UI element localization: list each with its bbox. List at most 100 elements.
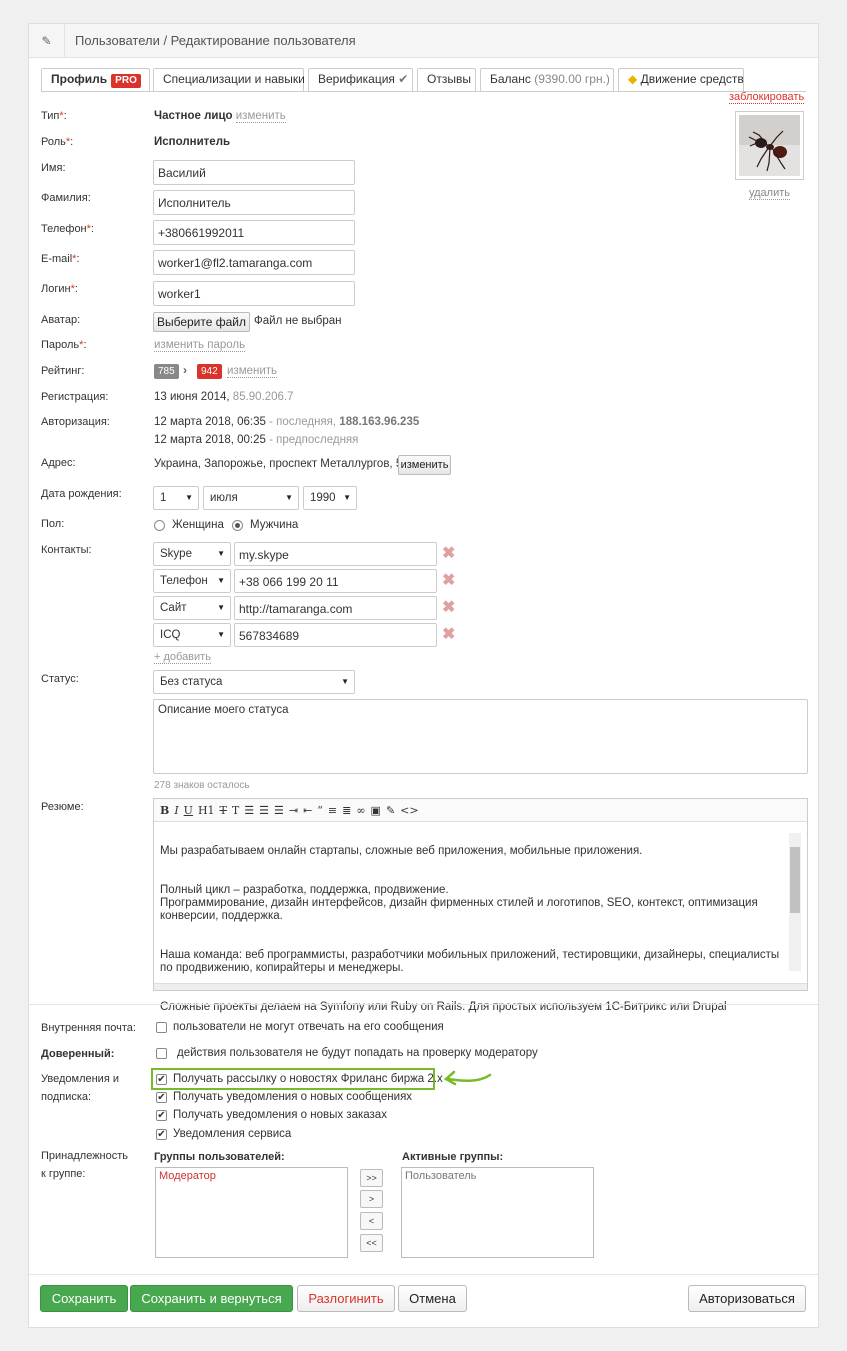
status-label-text: Статус (41, 673, 76, 685)
contact-value-input[interactable]: 567834689 (234, 623, 437, 647)
contact-type-select[interactable]: Телефон (153, 569, 231, 593)
align-right-icon[interactable]: ☰ (274, 804, 284, 817)
registration-label-text: Регистрация (41, 391, 106, 403)
user-groups-list[interactable]: Модератор (155, 1167, 348, 1258)
resume-content[interactable]: Мы разрабатываем онлайн стартапы, сложны… (160, 832, 780, 1027)
block-link[interactable]: заблокировать (729, 91, 805, 104)
choose-file-button[interactable]: Выберите файл (153, 312, 250, 332)
move-left-button[interactable]: < (360, 1212, 383, 1230)
male-radio[interactable] (232, 520, 243, 531)
remove-contact-icon[interactable]: ✖ (442, 570, 455, 590)
heading-icon[interactable]: H1 (198, 804, 215, 817)
change-rating-link[interactable]: изменить (227, 365, 278, 378)
contact-value-input[interactable]: http://tamaranga.com (234, 596, 437, 620)
contact-value-input[interactable]: +38 066 199 20 11 (234, 569, 437, 593)
add-contact-link[interactable]: + добавить (154, 651, 211, 664)
tab-verification[interactable]: Верификация ✔ (308, 68, 413, 91)
tab-skills-label: Специализации и навыки (163, 72, 305, 86)
rating-old-badge: 785 (154, 364, 179, 379)
resume-label-text: Резюме (41, 801, 81, 813)
move-all-left-button[interactable]: << (360, 1234, 383, 1252)
birth-day-select[interactable]: 1 (153, 486, 199, 510)
notify-checkbox[interactable]: ✔ (156, 1110, 167, 1121)
align-left-icon[interactable]: ☰ (244, 804, 254, 817)
strike-icon[interactable]: T (220, 804, 227, 817)
remove-contact-icon[interactable]: ✖ (442, 624, 455, 644)
change-type-link[interactable]: изменить (235, 110, 286, 123)
link-icon[interactable]: ∞ (356, 804, 365, 817)
delete-avatar-link[interactable]: удалить (749, 187, 791, 200)
mail-checkbox[interactable] (156, 1022, 167, 1033)
tab-balance[interactable]: Баланс (9390.00 грн.) (480, 68, 614, 91)
text-color-icon[interactable]: T (232, 804, 239, 817)
tab-transactions[interactable]: ◆ Движение средств (618, 68, 744, 91)
notify-checkbox[interactable]: ✔ (156, 1092, 167, 1103)
save-return-button[interactable]: Сохранить и вернуться (130, 1285, 293, 1312)
contact-type-select[interactable]: ICQ (153, 623, 231, 647)
quote-icon[interactable]: “ (317, 804, 323, 817)
status-select[interactable]: Без статуса (153, 670, 355, 694)
status-textarea[interactable]: Описание моего статуса (153, 699, 808, 774)
change-address-button[interactable]: изменить (398, 455, 451, 475)
resume-paragraph: Сложные проекты делаем на Symfony или Ru… (160, 1001, 727, 1013)
phone-input[interactable]: +380661992011 (153, 220, 355, 245)
notify-checkbox[interactable]: ✔ (156, 1074, 167, 1085)
email-label: E-mail*: (41, 253, 80, 265)
auth-last-note: - последняя, (269, 416, 337, 428)
active-groups-list[interactable]: Пользователь (401, 1167, 594, 1258)
resume-editor: B I U H1 T T ☰ ☰ ☰ ⇥ ⇤ “ ≡ ≣ ∞ ▣ ✎ <> Мы разрабатываем он… (153, 798, 808, 1013)
bold-icon[interactable]: B (160, 804, 169, 817)
editor-scrollbar[interactable] (789, 833, 801, 971)
tab-reviews[interactable]: Отзывы (417, 68, 476, 91)
role-value: Исполнитель (154, 136, 231, 148)
editor-resize-handle[interactable] (154, 983, 807, 990)
change-password-link[interactable]: изменить пароль (154, 339, 246, 352)
auth-prev-note: - предпоследняя (269, 434, 359, 446)
remove-contact-icon[interactable]: ✖ (442, 543, 455, 563)
move-all-right-button[interactable]: >> (360, 1169, 383, 1187)
outdent-icon[interactable]: ⇤ (303, 804, 312, 817)
eraser-icon[interactable]: ✎ (386, 804, 395, 817)
tab-divider (41, 91, 806, 92)
birth-year-select[interactable]: 1990 (303, 486, 357, 510)
contact-value-input[interactable]: my.skype (234, 542, 437, 566)
surname-input[interactable]: Исполнитель (153, 190, 355, 215)
contact-type-select[interactable]: Сайт (153, 596, 231, 620)
login-input[interactable]: worker1 (153, 281, 355, 306)
remove-contact-icon[interactable]: ✖ (442, 597, 455, 617)
cancel-button[interactable]: Отмена (398, 1285, 467, 1312)
fullscreen-icon[interactable]: ▣ (371, 804, 381, 817)
contact-type-select[interactable]: Skype (153, 542, 231, 566)
female-radio[interactable] (154, 520, 165, 531)
tab-profile[interactable]: Профиль PRO (41, 68, 150, 92)
notify-checkbox[interactable]: ✔ (156, 1129, 167, 1140)
resume-paragraph: Мы разрабатываем онлайн стартапы, сложны… (160, 845, 643, 857)
italic-icon[interactable]: I (174, 804, 178, 817)
code-icon[interactable]: <> (400, 804, 418, 817)
bullet-list-icon[interactable]: ≣ (342, 804, 351, 817)
user-groups-title: Группы пользователей: (154, 1151, 285, 1163)
section-divider (29, 1274, 818, 1275)
save-button[interactable]: Сохранить (40, 1285, 128, 1312)
password-label-text: Пароль (41, 339, 80, 351)
list-item[interactable]: Пользователь (405, 1170, 590, 1182)
ordered-list-icon[interactable]: ≡ (328, 804, 337, 817)
list-item[interactable]: Модератор (159, 1170, 344, 1182)
rating-change-row: изменить (227, 365, 278, 378)
tab-transactions-label: Движение средств (640, 72, 744, 86)
trusted-checkbox[interactable] (156, 1048, 167, 1059)
birth-month-select[interactable]: июля (203, 486, 299, 510)
logout-user-button[interactable]: Разлогинить (297, 1285, 395, 1312)
email-input[interactable]: worker1@fl2.tamaranga.com (153, 250, 355, 275)
rating-label: Рейтинг: (41, 365, 85, 377)
login-as-button[interactable]: Авторизоваться (688, 1285, 806, 1312)
align-center-icon[interactable]: ☰ (259, 804, 269, 817)
registration-date: 13 июня 2014, (154, 391, 230, 403)
scrollbar-thumb[interactable] (790, 847, 800, 913)
name-input[interactable]: Василий (153, 160, 355, 185)
move-right-button[interactable]: > (360, 1190, 383, 1208)
groups-label-2: к группе: (41, 1168, 86, 1180)
underline-icon[interactable]: U (184, 804, 193, 817)
indent-icon[interactable]: ⇥ (289, 804, 298, 817)
tab-skills[interactable]: Специализации и навыки (153, 68, 305, 91)
